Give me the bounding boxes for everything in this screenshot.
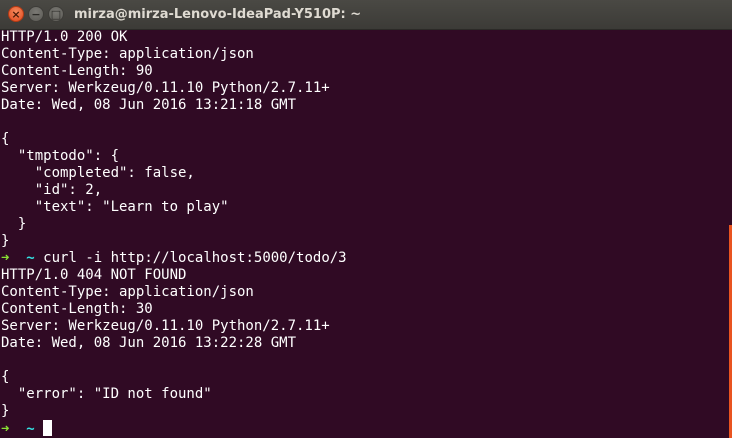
prompt-arrow-icon: ➜ (1, 250, 10, 266)
prompt-line: ➜ ~ curl -i http://localhost:5000/todo/3 (1, 250, 725, 267)
maximize-window-button[interactable]: □ (48, 6, 64, 22)
output-line: "text": "Learn to play" (1, 199, 229, 215)
maximize-icon: □ (50, 8, 62, 21)
close-icon: × (11, 8, 21, 21)
terminal-window: × − □ mirza@mirza-Lenovo-IdeaPad-Y510P: … (0, 0, 732, 438)
output-line: "id": 2, (1, 182, 103, 198)
prompt-arrow-icon: ➜ (1, 421, 10, 437)
command-text: curl -i http://localhost:5000/todo/3 (43, 250, 347, 266)
output-line: Content-Type: application/json (1, 46, 254, 62)
active-prompt-line[interactable]: ➜ ~ (1, 420, 725, 437)
output-line: "error": "ID not found" (1, 386, 212, 402)
output-line: Date: Wed, 08 Jun 2016 13:21:18 GMT (1, 97, 297, 113)
output-line: "completed": false, (1, 165, 195, 181)
output-line: } (1, 403, 10, 419)
close-window-button[interactable]: × (8, 6, 24, 22)
output-line: Content-Length: 90 (1, 63, 153, 79)
output-line: Server: Werkzeug/0.11.10 Python/2.7.11+ (1, 318, 330, 334)
minimize-window-button[interactable]: − (28, 6, 44, 22)
output-line: HTTP/1.0 404 NOT FOUND (1, 267, 187, 283)
output-line: Server: Werkzeug/0.11.10 Python/2.7.11+ (1, 80, 330, 96)
prompt-directory: ~ (26, 250, 35, 266)
text-cursor (43, 420, 53, 436)
output-line: Content-Type: application/json (1, 284, 254, 300)
minimize-icon: − (31, 8, 41, 21)
prompt-directory: ~ (26, 421, 35, 437)
output-line: } (1, 216, 27, 232)
terminal-output[interactable]: HTTP/1.0 200 OK Content-Type: applicatio… (1, 29, 725, 438)
output-line: } (1, 233, 10, 249)
output-line: { (1, 369, 10, 385)
window-title: mirza@mirza-Lenovo-IdeaPad-Y510P: ~ (74, 7, 362, 22)
output-line: { (1, 131, 10, 147)
output-line: Content-Length: 30 (1, 301, 153, 317)
output-line: HTTP/1.0 200 OK (1, 29, 128, 45)
title-bar[interactable]: × − □ mirza@mirza-Lenovo-IdeaPad-Y510P: … (0, 0, 732, 30)
output-line: "tmptodo": { (1, 148, 120, 164)
output-line: Date: Wed, 08 Jun 2016 13:22:28 GMT (1, 335, 297, 351)
